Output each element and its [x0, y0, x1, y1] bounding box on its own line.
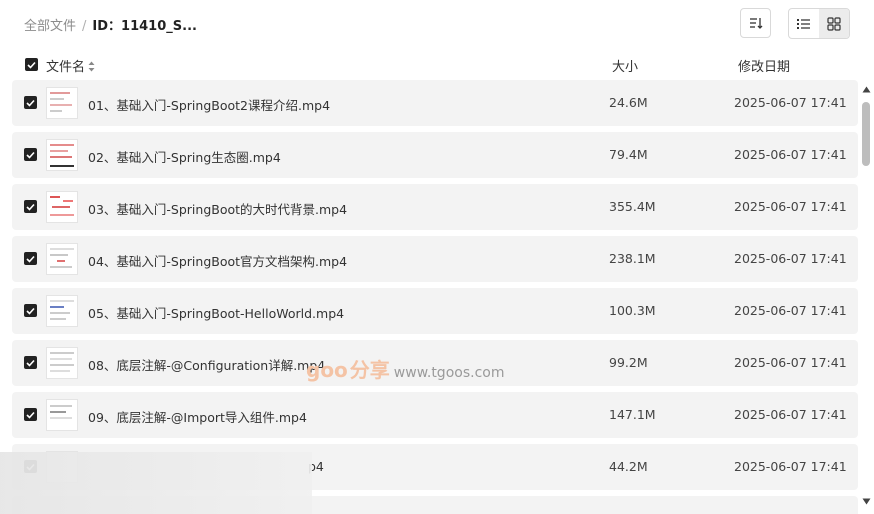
row-checkbox[interactable] [24, 252, 37, 265]
breadcrumb-root-link[interactable]: 全部文件 [24, 19, 76, 34]
file-size: 238.1M [609, 251, 656, 266]
sort-icon [749, 18, 762, 29]
file-size: 44.2M [609, 459, 648, 474]
file-size: 79.4M [609, 147, 648, 162]
sort-button[interactable] [740, 8, 771, 38]
file-date: 2025-06-07 17:41 [734, 355, 847, 370]
row-checkbox[interactable] [24, 96, 37, 109]
list-view-button[interactable] [789, 9, 819, 38]
video-thumbnail [46, 347, 78, 379]
file-size: 99.2M [609, 355, 648, 370]
select-all-checkbox[interactable] [25, 58, 38, 71]
list-view-icon [797, 18, 810, 29]
file-name[interactable]: 05、基础入门-SpringBoot-HelloWorld.mp4 [88, 303, 344, 322]
video-thumbnail [46, 191, 78, 223]
file-name[interactable]: 04、基础入门-SpringBoot官方文档架构.mp4 [88, 251, 347, 270]
file-date: 2025-06-07 17:41 [734, 251, 847, 266]
table-row[interactable]: 01、基础入门-SpringBoot2课程介绍.mp4 24.6M 2025-0… [12, 80, 858, 126]
grid-view-icon [827, 16, 841, 31]
file-date: 2025-06-07 17:41 [734, 407, 847, 422]
check-icon [26, 307, 35, 315]
blur-overlay [0, 452, 312, 514]
video-thumbnail [46, 243, 78, 275]
breadcrumb-separator: / [82, 19, 87, 34]
watermark: goo 分享 www.tgoos.com [306, 354, 504, 383]
file-size: 355.4M [609, 199, 656, 214]
table-row[interactable]: 02、基础入门-Spring生态圈.mp4 79.4M 2025-06-07 1… [12, 132, 858, 178]
top-bar: 全部文件 / ID：11410_S... [0, 0, 874, 48]
row-checkbox[interactable] [24, 200, 37, 213]
file-date: 2025-06-07 17:41 [734, 303, 847, 318]
check-icon [26, 411, 35, 419]
view-toggle [788, 8, 850, 39]
table-row[interactable]: 05、基础入门-SpringBoot-HelloWorld.mp4 100.3M… [12, 288, 858, 334]
check-icon [26, 151, 35, 159]
file-name[interactable]: 08、底层注解-@Configuration详解.mp4 [88, 355, 325, 374]
table-row[interactable]: 09、底层注解-@Import导入组件.mp4 147.1M 2025-06-0… [12, 392, 858, 438]
watermark-cn: 分享 [349, 358, 390, 382]
watermark-brand: goo [306, 358, 348, 382]
row-checkbox[interactable] [24, 356, 37, 369]
file-name[interactable]: 02、基础入门-Spring生态圈.mp4 [88, 147, 281, 166]
breadcrumb: 全部文件 / ID：11410_S... [24, 15, 197, 34]
file-name[interactable]: 09、底层注解-@Import导入组件.mp4 [88, 407, 307, 426]
video-thumbnail [46, 87, 78, 119]
file-date: 2025-06-07 17:41 [734, 147, 847, 162]
row-checkbox[interactable] [24, 148, 37, 161]
file-date: 2025-06-07 17:41 [734, 95, 847, 110]
file-size: 147.1M [609, 407, 656, 422]
column-header-name[interactable]: 文件名 [46, 56, 95, 75]
row-checkbox[interactable] [24, 304, 37, 317]
watermark-url: www.tgoos.com [393, 365, 505, 381]
breadcrumb-current: ID：11410_S... [92, 19, 197, 34]
video-thumbnail [46, 399, 78, 431]
file-size: 24.6M [609, 95, 648, 110]
check-icon [26, 255, 35, 263]
row-checkbox[interactable] [24, 408, 37, 421]
sort-arrows-icon [88, 61, 95, 72]
column-header-date[interactable]: 修改日期 [738, 56, 790, 75]
file-name[interactable]: 03、基础入门-SpringBoot的大时代背景.mp4 [88, 199, 347, 218]
check-icon [27, 61, 36, 69]
check-icon [26, 99, 35, 107]
column-header-size[interactable]: 大小 [612, 56, 638, 75]
file-date: 2025-06-07 17:41 [734, 459, 847, 474]
video-thumbnail [46, 139, 78, 171]
file-size: 100.3M [609, 303, 656, 318]
file-name[interactable]: 01、基础入门-SpringBoot2课程介绍.mp4 [88, 95, 330, 114]
grid-view-button[interactable] [819, 9, 849, 38]
file-date: 2025-06-07 17:41 [734, 199, 847, 214]
check-icon [26, 203, 35, 211]
scroll-down-arrow-icon[interactable] [862, 498, 871, 505]
scrollbar-thumb[interactable] [862, 102, 870, 166]
table-row[interactable]: 03、基础入门-SpringBoot的大时代背景.mp4 355.4M 2025… [12, 184, 858, 230]
video-thumbnail [46, 295, 78, 327]
column-header-name-label: 文件名 [46, 60, 86, 75]
table-row[interactable]: 04、基础入门-SpringBoot官方文档架构.mp4 238.1M 2025… [12, 236, 858, 282]
scroll-up-arrow-icon[interactable] [862, 86, 871, 93]
file-list: 01、基础入门-SpringBoot2课程介绍.mp4 24.6M 2025-0… [0, 80, 860, 514]
check-icon [26, 359, 35, 367]
table-header: 文件名 大小 修改日期 [0, 50, 874, 78]
